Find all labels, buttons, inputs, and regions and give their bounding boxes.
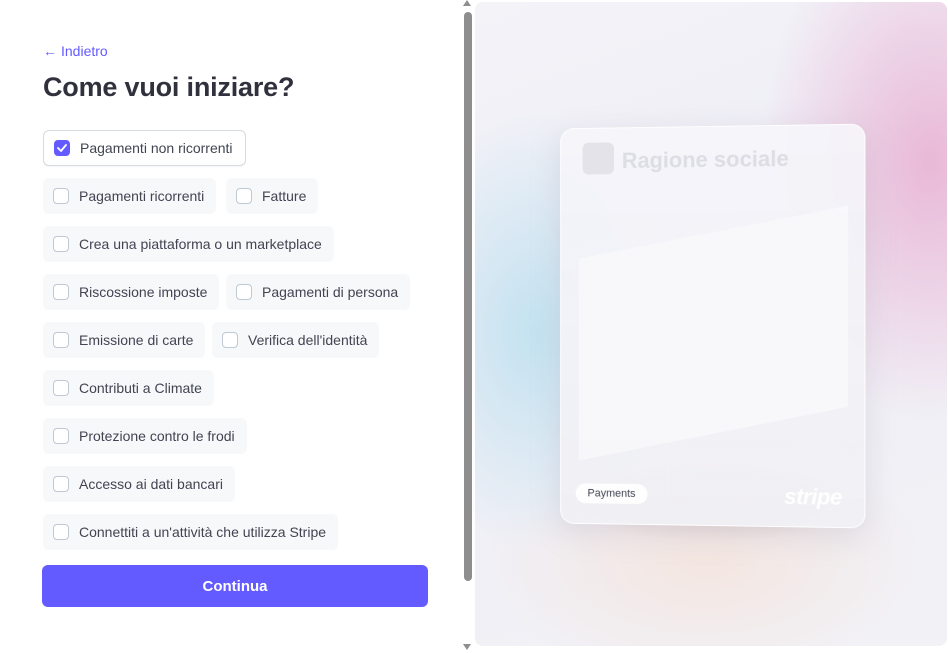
- setup-panel: ← Indietro Come vuoi iniziare? Pagamenti…: [0, 0, 460, 653]
- stripe-logo: stripe: [784, 483, 842, 510]
- option-label: Connettiti a un'attività che utilizza St…: [79, 524, 327, 540]
- arrow-left-icon: ←: [43, 43, 57, 59]
- option-label: Verifica dell'identità: [248, 332, 368, 348]
- card-content-panel: [579, 206, 848, 464]
- option-one-time-payments[interactable]: Pagamenti non ricorrenti: [43, 130, 246, 166]
- scroll-up-arrow-icon[interactable]: [463, 0, 471, 6]
- option-label: Contributi a Climate: [79, 380, 202, 396]
- company-name-placeholder: Ragione sociale: [621, 145, 789, 174]
- preview-card: Ragione sociale Payments stripe: [560, 123, 866, 529]
- scroll-down-arrow-icon[interactable]: [463, 644, 471, 650]
- checkbox-checked[interactable]: [54, 140, 70, 156]
- option-fraud-protection[interactable]: Protezione contro le frodi: [43, 418, 247, 454]
- option-card-issuing[interactable]: Emissione di carte: [43, 322, 206, 358]
- option-tax-collection[interactable]: Riscossione imposte: [43, 274, 220, 310]
- option-climate[interactable]: Contributi a Climate: [43, 370, 214, 406]
- option-identity-verification[interactable]: Verifica dell'identità: [212, 322, 380, 358]
- option-connect-stripe-business[interactable]: Connettiti a un'attività che utilizza St…: [43, 514, 339, 550]
- option-label: Accesso ai dati bancari: [79, 476, 223, 492]
- option-label: Emissione di carte: [79, 332, 194, 348]
- page-title: Come vuoi iniziare?: [43, 72, 295, 102]
- company-logo-placeholder: [582, 142, 614, 175]
- checkbox[interactable]: [53, 476, 69, 492]
- scrollbar-thumb[interactable]: [464, 12, 472, 581]
- option-in-person-payments[interactable]: Pagamenti di persona: [226, 274, 411, 310]
- product-badge: Payments: [575, 483, 648, 505]
- option-platform-marketplace[interactable]: Crea una piattaforma o un marketplace: [43, 226, 334, 262]
- checkbox[interactable]: [53, 524, 69, 540]
- option-label: Riscossione imposte: [79, 284, 208, 300]
- checkbox[interactable]: [53, 332, 69, 348]
- back-link[interactable]: ← Indietro: [43, 43, 108, 59]
- option-label: Fatture: [262, 188, 307, 204]
- option-invoices[interactable]: Fatture: [226, 178, 319, 214]
- option-label: Crea una piattaforma o un marketplace: [79, 236, 322, 252]
- checkbox[interactable]: [53, 284, 69, 300]
- option-label: Pagamenti non ricorrenti: [80, 140, 233, 156]
- preview-panel: Ragione sociale Payments stripe: [475, 2, 947, 646]
- checkbox[interactable]: [53, 236, 69, 252]
- option-recurring-payments[interactable]: Pagamenti ricorrenti: [43, 178, 217, 214]
- checkmark-icon: [57, 144, 67, 152]
- checkbox[interactable]: [236, 188, 252, 204]
- checkbox[interactable]: [53, 188, 69, 204]
- continue-button[interactable]: Continua: [42, 565, 428, 607]
- option-label: Pagamenti ricorrenti: [79, 188, 205, 204]
- checkbox[interactable]: [236, 284, 252, 300]
- checkbox[interactable]: [53, 428, 69, 444]
- option-label: Protezione contro le frodi: [79, 428, 235, 444]
- checkbox[interactable]: [222, 332, 238, 348]
- checkbox[interactable]: [53, 380, 69, 396]
- option-bank-data-access[interactable]: Accesso ai dati bancari: [43, 466, 235, 502]
- option-label: Pagamenti di persona: [262, 284, 399, 300]
- back-label: Indietro: [61, 43, 108, 59]
